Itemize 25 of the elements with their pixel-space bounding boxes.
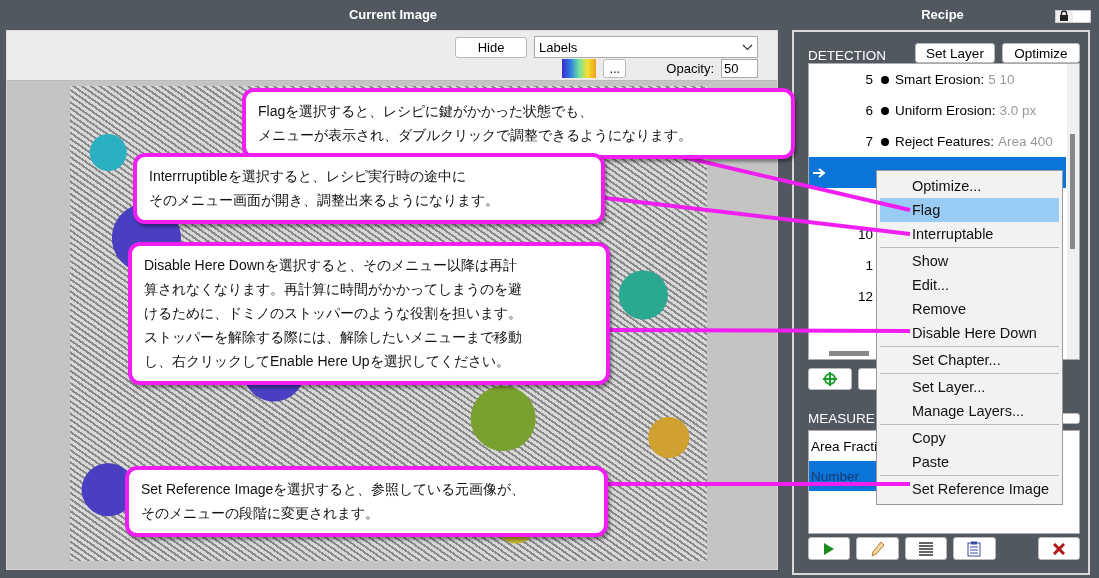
callout-text: Set Reference Imageを選択すると、参照している元画像が、 — [141, 480, 526, 499]
step-name: Smart Erosion: — [895, 72, 985, 87]
callout-text: メニューが表示され、ダブルクリックで調整できるようになります。 — [258, 126, 692, 145]
step-number: 5 — [864, 72, 874, 87]
section-label: MEASURE — [808, 410, 875, 426]
step-value: 3.0 px — [999, 103, 1037, 118]
callout-text: Interrruptibleを選択すると、レシピ実行時の途中に — [149, 167, 466, 186]
callout-text: そのメニュー画面が開き、調整出来るようになります。 — [149, 191, 499, 210]
panel-title: Recipe — [921, 6, 964, 22]
opacity-label: Opacity: — [666, 61, 714, 76]
callout-text: けるために、ドミノのストッパーのような役割を担います。 — [144, 304, 522, 323]
callout-text: ストッパーを解除する際には、解除したいメニューまで移動 — [144, 328, 522, 347]
step-number: 7 — [864, 134, 874, 149]
step-value: 5 10 — [988, 72, 1015, 87]
step-name: Reject Features: — [895, 134, 995, 149]
callout-text: Disable Here Downを選択すると、そのメニュー以降は再計 — [144, 256, 517, 275]
step-number: 6 — [864, 103, 874, 118]
callout-text: Flagを選択すると、レシピに鍵がかかった状態でも、 — [258, 102, 594, 121]
step-name: Uniform Erosion: — [895, 103, 996, 118]
step-value: Area 400 — [998, 134, 1053, 149]
callout-text: し、右クリックしてEnable Here Upを選択してください。 — [144, 352, 510, 371]
callout-text: そのメニューの段階に変更されます。 — [141, 504, 379, 523]
callout-text: 算されなくなります。再計算に時間がかかってしまうのを避 — [144, 280, 522, 299]
panel-title: Current Image — [347, 5, 439, 24]
section-label: DETECTION — [808, 48, 887, 63]
